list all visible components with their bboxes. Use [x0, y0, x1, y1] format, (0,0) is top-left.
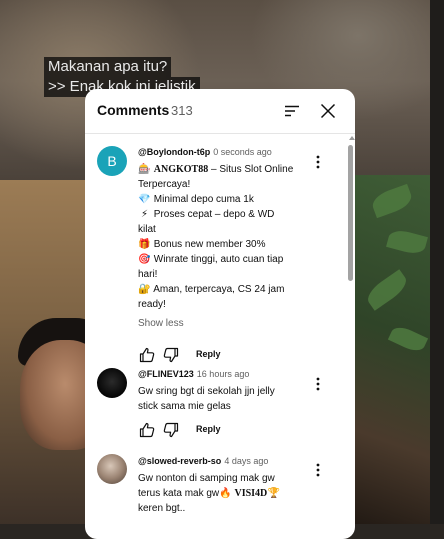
- caption-line-1: Makanan apa itu?: [44, 57, 172, 77]
- comment-author[interactable]: @slowed-reverb-so: [138, 456, 221, 466]
- comment-actions: Reply: [138, 346, 288, 364]
- thumbs-up-icon: [139, 422, 155, 438]
- comments-count: 313: [171, 103, 193, 118]
- target-icon: 🎯: [138, 254, 151, 265]
- scroll-up-arrow[interactable]: [349, 136, 355, 140]
- comments-header: Comments 313: [85, 89, 355, 134]
- comment-text: Gw sring bgt di sekolah jjn jelly stick …: [138, 386, 275, 412]
- comments-title: Comments: [97, 102, 170, 118]
- avatar[interactable]: [97, 368, 127, 398]
- dislike-button[interactable]: [162, 421, 180, 439]
- comments-panel: Comments 313 B @Boylondon-t6p 0 seconds a…: [85, 89, 355, 539]
- comment-time[interactable]: 16 hours ago: [197, 369, 250, 379]
- show-less-button[interactable]: Show less: [138, 318, 308, 329]
- comment-text: Gw nonton di samping mak gw terus kata m…: [138, 473, 280, 514]
- reply-button[interactable]: Reply: [196, 424, 221, 434]
- diamond-icon: 💎: [138, 194, 151, 205]
- close-icon: [320, 103, 336, 119]
- fire-icon: 🔥: [219, 488, 232, 499]
- comment-body: @Boylondon-t6p 0 seconds ago 🎰 ANGKOT88 –…: [138, 146, 308, 329]
- thumbs-up-icon: [139, 347, 155, 363]
- thumbs-down-icon: [163, 347, 179, 363]
- like-button[interactable]: [138, 346, 156, 364]
- comments-list[interactable]: B @Boylondon-t6p 0 seconds ago 🎰 ANGKOT88…: [85, 134, 355, 539]
- comment-author[interactable]: @Boylondon-t6p: [138, 147, 210, 157]
- comment-menu-button[interactable]: [313, 154, 323, 170]
- trophy-icon: 🏆: [267, 488, 280, 499]
- gift-icon: 🎁: [138, 239, 151, 250]
- like-button[interactable]: [138, 421, 156, 439]
- slot-machine-icon: 🎰: [138, 164, 151, 175]
- reply-button[interactable]: Reply: [196, 349, 221, 359]
- comment-text: 🎰 ANGKOT88 – Situs Slot Online Terpercay…: [138, 164, 294, 310]
- comment-time[interactable]: 4 days ago: [224, 456, 268, 466]
- comment-time[interactable]: 0 seconds ago: [213, 147, 272, 157]
- comment-body: @FLINEV123 16 hours ago Gw sring bgt di s…: [138, 368, 308, 414]
- comment-menu-button[interactable]: [313, 376, 323, 392]
- avatar[interactable]: [97, 454, 127, 484]
- brand-text: VISI4D: [232, 488, 268, 499]
- lightning-icon: ⚡: [140, 209, 149, 220]
- avatar[interactable]: B: [97, 146, 127, 176]
- comment-item: @FLINEV123 16 hours ago Gw sring bgt di s…: [85, 368, 343, 438]
- lock-icon: 🔐: [138, 284, 151, 295]
- thumbs-down-icon: [163, 422, 179, 438]
- more-vertical-icon: [316, 155, 320, 169]
- comment-actions: Reply: [138, 421, 288, 439]
- comment-item: B @Boylondon-t6p 0 seconds ago 🎰 ANGKOT88…: [85, 146, 343, 406]
- more-vertical-icon: [316, 463, 320, 477]
- sort-icon: [285, 105, 299, 117]
- comment-menu-button[interactable]: [313, 462, 323, 478]
- comment-body: @slowed-reverb-so 4 days ago Gw nonton di…: [138, 455, 308, 516]
- dislike-button[interactable]: [162, 346, 180, 364]
- more-vertical-icon: [316, 377, 320, 391]
- comment-item: @slowed-reverb-so 4 days ago Gw nonton di…: [85, 452, 343, 532]
- sort-button[interactable]: [282, 101, 302, 121]
- brand-text: ANGKOT88: [153, 164, 209, 175]
- comment-author[interactable]: @FLINEV123: [138, 369, 194, 379]
- close-button[interactable]: [318, 101, 338, 121]
- scrollbar-thumb[interactable]: [348, 145, 353, 281]
